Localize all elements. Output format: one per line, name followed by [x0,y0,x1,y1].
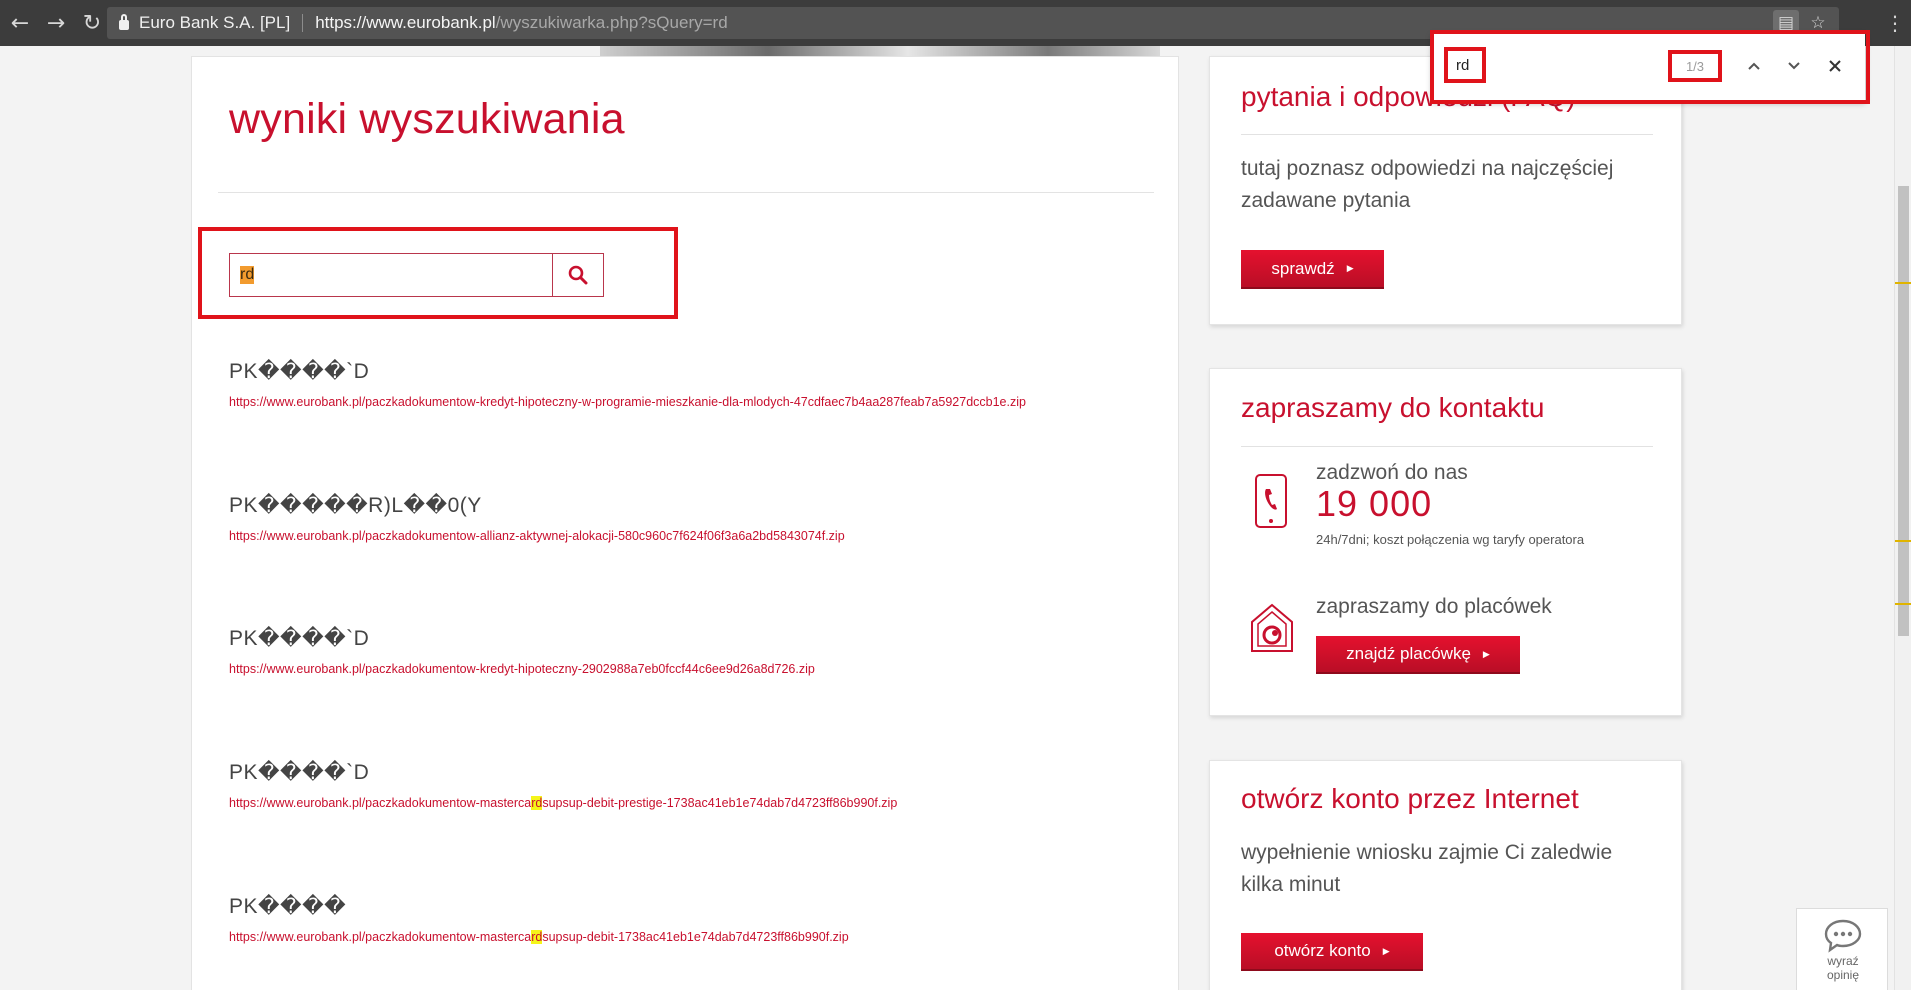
phone-icon [1255,474,1287,528]
result-title: PK���� [229,895,347,918]
open-account-text: wypełnienie wniosku zajmie Ci zaledwie k… [1241,841,1613,896]
find-match-count: 1/3 [1668,50,1722,82]
contact-title: zapraszamy do kontaktu [1241,392,1545,423]
button-label: sprawdź [1271,258,1335,278]
check-faq-button[interactable]: sprawdź ▶ [1241,250,1384,289]
page-title: wyniki wyszukiwania [229,95,625,143]
chevron-down-icon[interactable] [1783,55,1805,77]
divider [218,192,1154,193]
chevron-up-icon[interactable] [1743,55,1765,77]
handset-glyph [1265,489,1277,510]
search-button[interactable] [553,253,604,297]
search-result: PK����`D https://www.eurobank.pl/paczkad… [229,626,815,676]
page-scrollbar[interactable] [1894,46,1911,990]
result-url-text: https://www.eurobank.pl/paczkadokumentow… [229,662,815,676]
open-account-title: otwórz konto przez Internet [1241,783,1579,814]
result-url-text: https://www.eurobank.pl/paczkadokumentow… [229,529,845,543]
match-highlight: rd [531,796,543,810]
chevron-right-icon: ▶ [1482,648,1490,659]
divider [1241,446,1653,447]
result-url-prefix: https://www.eurobank.pl/paczkadokumentow… [229,930,532,944]
result-link[interactable]: https://www.eurobank.pl/paczkadokumentow… [229,662,815,676]
result-url-prefix: https://www.eurobank.pl/paczkadokumentow… [229,796,532,810]
search-icon [568,265,588,285]
result-url-text: https://www.eurobank.pl/paczkadokumentow… [229,395,1026,409]
call-cost-note: 24h/7dni; koszt połączenia wg taryfy ope… [1316,532,1585,547]
branch-house-icon [1251,603,1293,652]
open-account-button[interactable]: otwórz konto ▶ [1241,933,1423,971]
divider [1241,134,1653,135]
result-link[interactable]: https://www.eurobank.pl/paczkadokumentow… [229,395,1026,409]
result-title: PK����`D [229,761,370,784]
result-title: PK����`D [229,627,370,650]
find-branch-button[interactable]: znajdź placówkę ▶ [1316,636,1520,674]
branches-label: zapraszamy do placówek [1316,595,1552,618]
close-icon[interactable] [1824,55,1846,77]
result-link[interactable]: https://www.eurobank.pl/paczkadokumentow… [229,796,897,810]
find-match-marker [1895,603,1911,605]
close-glyph [1829,60,1841,72]
search-result: PK�����R)L��0(Y https://www.eurobank.pl/… [229,493,845,543]
page-content: wyniki wyszukiwania rd PK����`D https://… [0,46,1894,990]
contact-card: zapraszamy do kontaktu zadzwoń do nas 19… [1209,368,1682,716]
find-match-marker [1895,540,1911,542]
chat-bubble-icon [1824,919,1862,953]
feedback-label-line2: opinię [1826,968,1860,982]
feedback-label-line1: wyraź [1827,954,1859,968]
previous-match-glyph [1748,62,1760,70]
url-path: /wyszukiwarka.php?sQuery=rd [495,13,728,32]
find-match-marker [1895,282,1911,284]
search-input-value: rd [240,266,255,284]
search-results-panel: wyniki wyszukiwania rd PK����`D https://… [191,56,1179,990]
reload-icon[interactable]: ↻ [74,5,110,41]
match-highlight: rd [531,930,543,944]
call-label: zadzwoń do nas [1316,461,1468,484]
next-match-glyph [1788,62,1800,70]
result-link[interactable]: https://www.eurobank.pl/paczkadokumentow… [229,930,849,944]
url-host: https://www.eurobank.pl [315,13,496,32]
feedback-label: wyraź opinię [1797,954,1889,982]
phone-number[interactable]: 19 000 [1316,483,1432,525]
chevron-right-icon: ▶ [1346,263,1354,273]
forward-icon[interactable]: → [38,5,74,41]
open-account-card: otwórz konto przez Internet wypełnienie … [1209,760,1682,990]
chevron-right-icon: ▶ [1382,945,1390,956]
find-input[interactable]: rd [1444,47,1486,83]
search-result: PK����`D https://www.eurobank.pl/paczkad… [229,760,897,810]
search-result: PK���� https://www.eurobank.pl/paczkadok… [229,894,849,944]
search-result: PK����`D https://www.eurobank.pl/paczkad… [229,359,1026,409]
result-url-suffix: supsup-debit-1738ac41eb1e74dab7d4723ff86… [542,930,849,944]
result-title: PK�����R)L��0(Y [229,494,482,517]
search-input[interactable]: rd [229,253,553,297]
menu-icon[interactable]: ⋮ [1885,8,1905,38]
faq-text: tutaj poznasz odpowiedzi na najczęściej … [1241,157,1614,212]
result-url-suffix: supsup-debit-prestige-1738ac41eb1e74dab7… [542,796,898,810]
feedback-widget[interactable]: wyraź opinię [1796,908,1888,990]
button-label: otwórz konto [1274,941,1371,960]
scrollbar-thumb[interactable] [1898,186,1909,636]
site-identity[interactable]: Euro Bank S.A. [PL] [139,13,290,33]
button-label: znajdź placówkę [1346,644,1471,663]
result-title: PK����`D [229,360,370,383]
result-link[interactable]: https://www.eurobank.pl/paczkadokumentow… [229,529,845,543]
lock-icon [119,14,129,30]
back-icon[interactable]: ← [2,5,38,41]
url-separator [302,14,304,32]
